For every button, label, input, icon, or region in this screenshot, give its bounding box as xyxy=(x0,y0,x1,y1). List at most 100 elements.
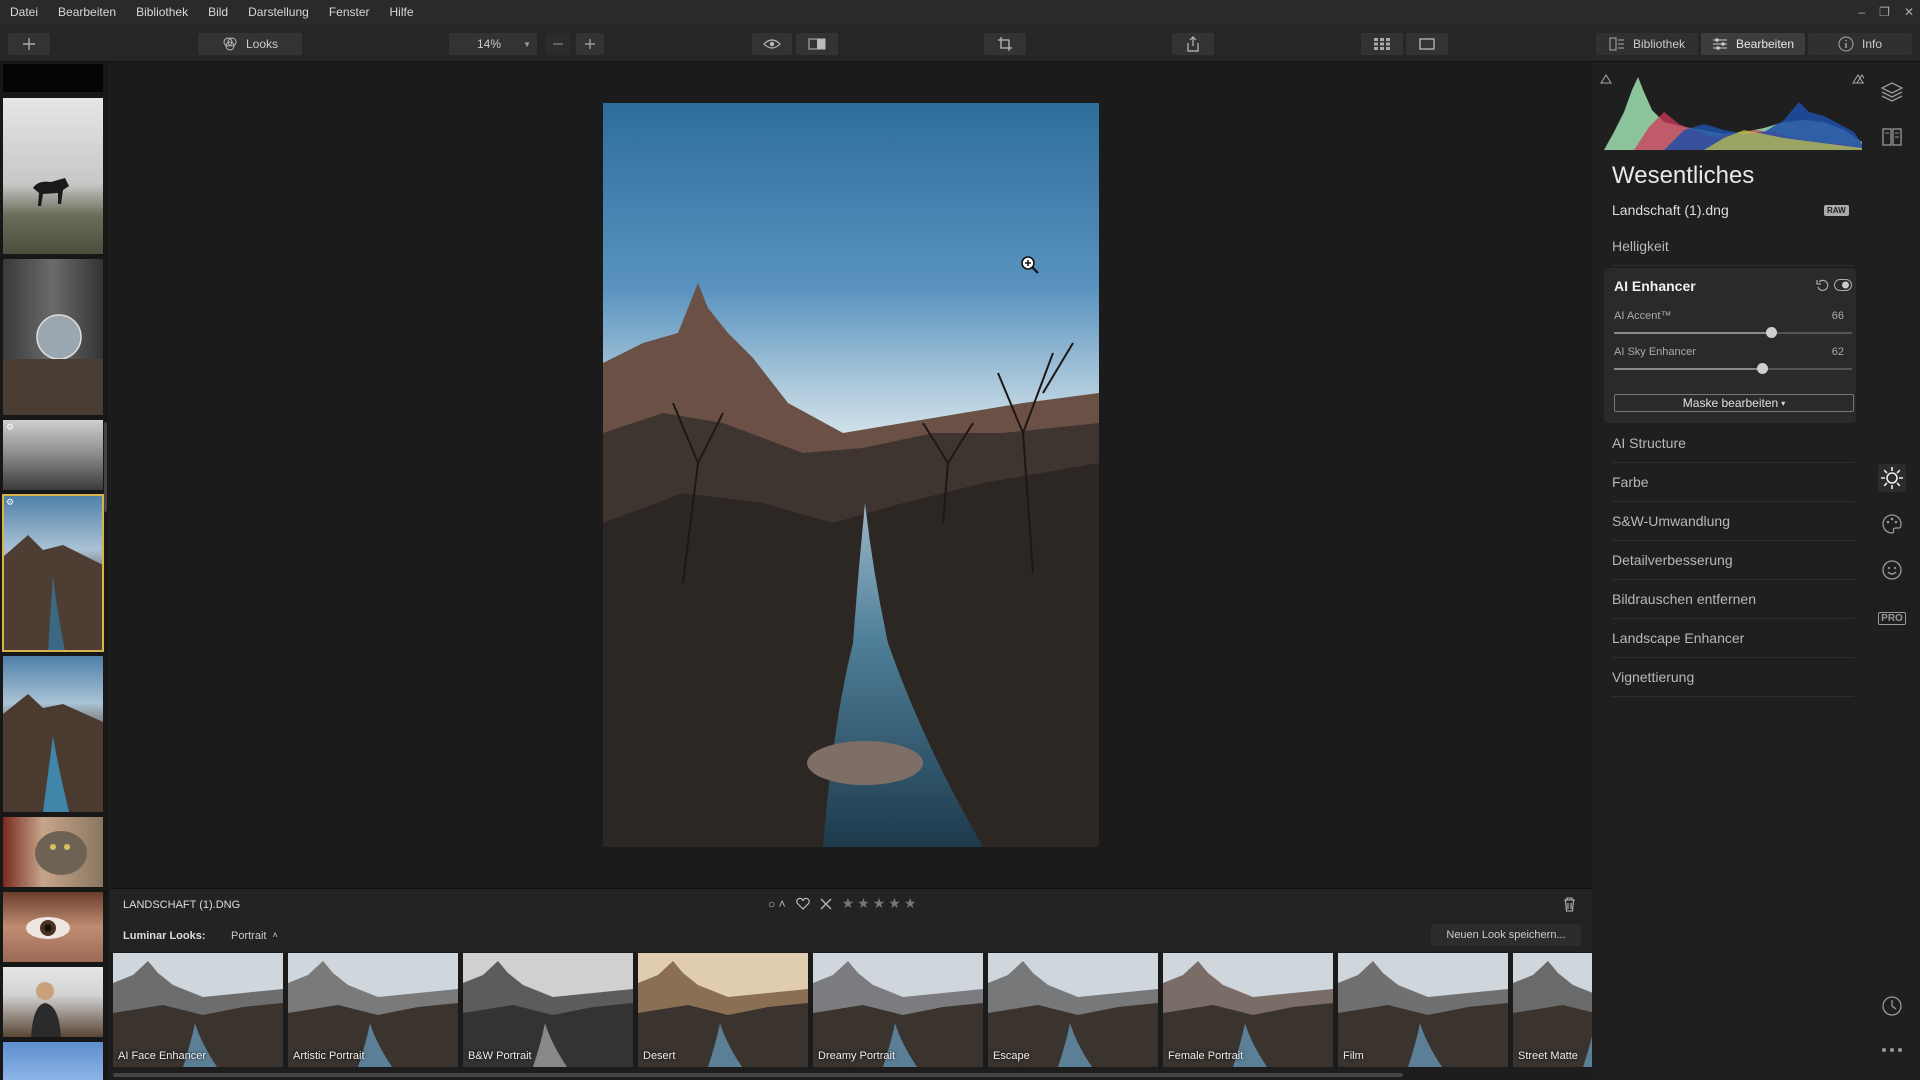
color-label-dropdown[interactable]: ○ ˄ xyxy=(768,897,786,911)
share-button[interactable] xyxy=(1172,33,1214,55)
look-thumbnail[interactable]: Street Matte xyxy=(1513,953,1592,1067)
look-thumbnail[interactable]: AI Face Enhancer xyxy=(113,953,283,1067)
ai-sky-value[interactable]: 62 xyxy=(1832,346,1844,358)
star-icon[interactable]: ★ xyxy=(873,895,886,912)
zoom-select[interactable]: 14% ▼ xyxy=(449,33,537,55)
thumbnail[interactable] xyxy=(3,64,103,92)
look-thumbnail[interactable]: Artistic Portrait xyxy=(288,953,458,1067)
ai-accent-value[interactable]: 66 xyxy=(1832,310,1844,322)
section-sw-umwandlung[interactable]: S&W-Umwandlung xyxy=(1612,502,1854,541)
menu-bibliothek[interactable]: Bibliothek xyxy=(126,5,198,19)
section-farbe[interactable]: Farbe xyxy=(1612,463,1854,502)
section-label: Helligkeit xyxy=(1612,238,1669,254)
minimize-icon[interactable]: – xyxy=(1858,5,1865,19)
look-thumbnail[interactable]: Desert xyxy=(638,953,808,1067)
menu-bild[interactable]: Bild xyxy=(198,5,238,19)
crop-icon xyxy=(998,37,1012,51)
slider-handle[interactable] xyxy=(1756,363,1768,374)
star-icon[interactable]: ★ xyxy=(888,895,901,912)
looks-label: Looks xyxy=(245,37,279,51)
thumbnail[interactable] xyxy=(3,259,103,415)
thumbnail[interactable] xyxy=(3,98,103,254)
looks-scrollbar[interactable] xyxy=(113,1073,1403,1077)
tab-bibliothek[interactable]: Bibliothek xyxy=(1596,33,1698,55)
trash-icon[interactable] xyxy=(1563,897,1576,912)
compare-button[interactable] xyxy=(796,33,838,55)
menu-datei[interactable]: Datei xyxy=(0,5,48,19)
star-icon[interactable]: ★ xyxy=(842,895,855,912)
filmstrip[interactable]: ⚙ ⚙ xyxy=(0,62,108,1080)
add-button[interactable] xyxy=(8,33,50,55)
look-thumbnail[interactable]: Dreamy Portrait xyxy=(813,953,983,1067)
section-vignettierung[interactable]: Vignettierung xyxy=(1612,658,1854,697)
save-look-button[interactable]: Neuen Look speichern... xyxy=(1431,924,1581,946)
menu-hilfe[interactable]: Hilfe xyxy=(380,5,424,19)
star-icon[interactable]: ★ xyxy=(857,895,870,912)
canvas-button[interactable] xyxy=(1878,123,1906,151)
thumbnail-selected[interactable]: ⚙ xyxy=(2,494,104,652)
thumbnail[interactable] xyxy=(3,967,103,1037)
filmstrip-scrollbar[interactable] xyxy=(104,422,107,512)
look-thumbnail[interactable]: Escape xyxy=(988,953,1158,1067)
photo-preview[interactable] xyxy=(603,103,1099,847)
portrait-tools-button[interactable] xyxy=(1878,556,1906,584)
section-bildrauschen[interactable]: Bildrauschen entfernen xyxy=(1612,580,1854,619)
history-button[interactable] xyxy=(1878,992,1906,1020)
preview-button[interactable] xyxy=(752,33,792,55)
plus-icon xyxy=(585,39,595,49)
thumbnail[interactable] xyxy=(3,656,103,812)
thumbnail[interactable] xyxy=(3,817,103,887)
look-thumbnail[interactable]: Female Portrait xyxy=(1163,953,1333,1067)
close-icon[interactable]: ✕ xyxy=(1904,5,1914,19)
menu-darstellung[interactable]: Darstellung xyxy=(238,5,319,19)
crop-button[interactable] xyxy=(984,33,1026,55)
star-rating[interactable]: ★ ★ ★ ★ ★ xyxy=(842,895,917,912)
reject-icon[interactable] xyxy=(820,898,832,910)
more-button[interactable] xyxy=(1878,1036,1906,1064)
section-landscape-enhancer[interactable]: Landscape Enhancer xyxy=(1612,619,1854,658)
section-helligkeit[interactable]: Helligkeit xyxy=(1612,227,1854,266)
sliders-icon xyxy=(1712,38,1727,50)
looks-category-dropdown[interactable]: Portrait ˄ xyxy=(231,930,278,942)
reset-icon[interactable] xyxy=(1816,279,1829,292)
look-label: AI Face Enhancer xyxy=(118,1050,207,1062)
section-label: Detailverbesserung xyxy=(1612,552,1733,568)
save-look-label: Neuen Look speichern... xyxy=(1446,929,1566,941)
pro-badge: PRO xyxy=(1878,611,1906,625)
single-view-icon xyxy=(1419,38,1435,50)
menu-bearbeiten[interactable]: Bearbeiten xyxy=(48,5,126,19)
image-canvas[interactable] xyxy=(110,62,1592,888)
looks-button[interactable]: Looks xyxy=(198,33,302,55)
tab-info[interactable]: Info xyxy=(1808,33,1912,55)
thumbnail[interactable] xyxy=(3,892,103,962)
section-ai-structure[interactable]: AI Structure xyxy=(1612,424,1854,463)
pro-tools-button[interactable]: PRO xyxy=(1878,604,1906,632)
zoom-in-button[interactable] xyxy=(576,33,604,55)
essentials-tools-button[interactable] xyxy=(1878,464,1906,492)
look-thumbnail[interactable]: Film xyxy=(1338,953,1508,1067)
heart-icon[interactable] xyxy=(795,897,810,910)
compare-icon xyxy=(808,38,826,50)
ai-accent-slider[interactable] xyxy=(1614,327,1852,338)
layers-button[interactable] xyxy=(1878,78,1906,106)
menu-bar: Datei Bearbeiten Bibliothek Bild Darstel… xyxy=(0,0,1920,24)
tab-bearbeiten[interactable]: Bearbeiten xyxy=(1701,33,1805,55)
grid-view-button[interactable] xyxy=(1361,33,1403,55)
highlight-clipping-icon[interactable] xyxy=(1852,74,1864,84)
single-view-button[interactable] xyxy=(1406,33,1448,55)
restore-icon[interactable]: ❐ xyxy=(1879,5,1890,19)
thumbnail[interactable]: ⚙ xyxy=(3,420,103,490)
edit-mask-button[interactable]: Maske bearbeiten ▾ xyxy=(1614,394,1854,412)
zoom-out-button[interactable] xyxy=(545,33,571,55)
star-icon[interactable]: ★ xyxy=(904,895,917,912)
ai-sky-slider[interactable] xyxy=(1614,363,1852,374)
tab-info-label: Info xyxy=(1861,37,1882,51)
thumbnail[interactable] xyxy=(3,1042,103,1080)
slider-handle[interactable] xyxy=(1766,327,1778,338)
section-detailverbesserung[interactable]: Detailverbesserung xyxy=(1612,541,1854,580)
look-thumbnail[interactable]: B&W Portrait xyxy=(463,953,633,1067)
visibility-toggle-icon[interactable] xyxy=(1834,279,1852,291)
ai-sky-label: AI Sky Enhancer xyxy=(1614,346,1696,358)
menu-fenster[interactable]: Fenster xyxy=(319,5,380,19)
creative-tools-button[interactable] xyxy=(1878,510,1906,538)
